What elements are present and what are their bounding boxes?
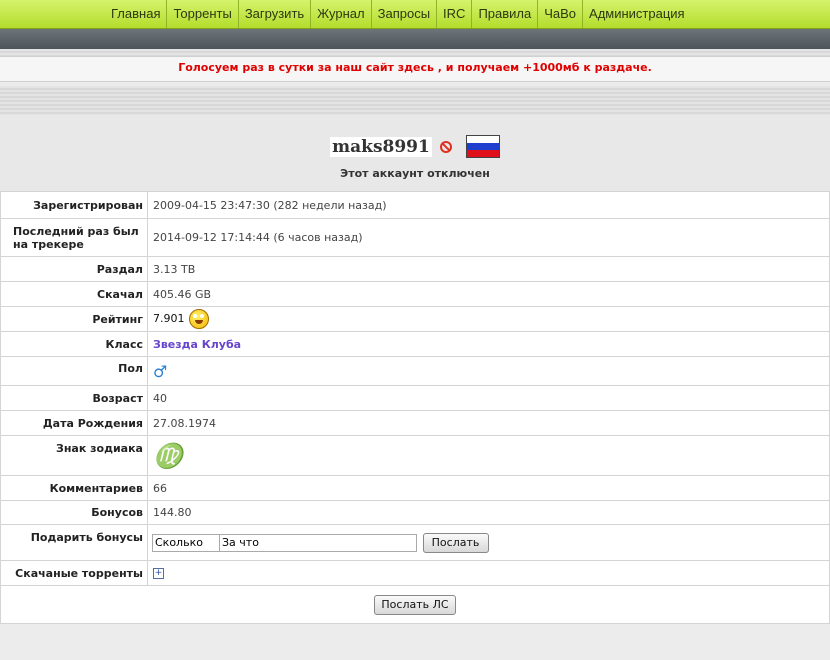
nav-log[interactable]: Журнал (311, 0, 372, 28)
comments-value: 66 (147, 475, 830, 501)
top-navigation: Главная Торренты Загрузить Журнал Запрос… (0, 0, 830, 29)
bonus-reason-input[interactable] (219, 533, 417, 552)
user-profile-panel: maks8991 Этот аккаунт отключен Зарегистр… (0, 115, 830, 624)
ratio-value: 7.901 (153, 312, 185, 325)
send-pm-button[interactable]: Послать ЛС (374, 594, 456, 615)
row-label: Зарегистрирован (0, 191, 148, 219)
uploaded-value: 3.13 TB (147, 256, 830, 282)
header-bar (0, 29, 830, 49)
row-label: Возраст (0, 385, 148, 411)
nav-faq[interactable]: ЧаВо (538, 0, 584, 28)
nav-home[interactable]: Главная (105, 0, 168, 28)
divider (0, 86, 830, 115)
bonus-value: 144.80 (147, 500, 830, 525)
table-row: Послать ЛС (0, 585, 830, 624)
table-row: Класс Звезда Клуба (0, 331, 830, 357)
registered-value: 2009-04-15 23:47:30 (282 недели назад) (147, 191, 830, 219)
row-label: Бонусов (0, 500, 148, 525)
birthday-value: 27.08.1974 (147, 410, 830, 436)
table-row: Зарегистрирован 2009-04-15 23:47:30 (282 … (0, 191, 830, 219)
nav-upload[interactable]: Загрузить (239, 0, 312, 28)
nav-torrents[interactable]: Торренты (167, 0, 239, 28)
account-status: Этот аккаунт отключен (340, 167, 490, 180)
send-bonus-button[interactable]: Послать (422, 532, 489, 553)
table-row: Рейтинг 7.901 (0, 306, 830, 332)
table-row: Последний раз был на трекере 2014-09-12 1… (0, 218, 830, 257)
row-label: Пол (0, 356, 148, 386)
disabled-icon (439, 140, 452, 153)
nav-administration[interactable]: Администрация (583, 0, 691, 28)
row-label: Скачал (0, 281, 148, 307)
vote-notice[interactable]: Голосуем раз в сутки за наш сайт здесь ,… (0, 56, 830, 82)
table-row: Раздал 3.13 TB (0, 256, 830, 282)
profile-header: maks8991 Этот аккаунт отключен (0, 115, 830, 191)
row-label: Подарить бонусы (0, 524, 148, 561)
class-value: Звезда Клуба (153, 337, 242, 351)
age-value: 40 (147, 385, 830, 411)
male-icon: ♂ (153, 361, 168, 381)
nav-requests[interactable]: Запросы (372, 0, 438, 28)
table-row: Знак зодиака ♍ (0, 435, 830, 476)
row-label: Дата Рождения (0, 410, 148, 436)
table-row: Комментариев 66 (0, 475, 830, 501)
row-label: Последний раз был на трекере (0, 218, 148, 257)
row-label: Скачаные торренты (0, 560, 148, 586)
row-label: Рейтинг (0, 306, 148, 332)
downloaded-value: 405.46 GB (147, 281, 830, 307)
nav-irc[interactable]: IRC (437, 0, 473, 28)
last-seen-value: 2014-09-12 17:14:44 (6 часов назад) (147, 218, 830, 257)
table-row: Дата Рождения 27.08.1974 (0, 410, 830, 436)
row-label: Раздал (0, 256, 148, 282)
virgo-icon: ♍ (153, 441, 183, 470)
profile-table: Зарегистрирован 2009-04-15 23:47:30 (282 … (0, 191, 830, 624)
table-row: Скачаные торренты + (0, 560, 830, 586)
divider (0, 49, 830, 56)
table-row: Возраст 40 (0, 385, 830, 411)
bonus-amount-input[interactable] (152, 533, 220, 552)
row-label: Класс (0, 331, 148, 357)
row-label: Знак зодиака (0, 435, 148, 476)
table-row: Подарить бонусы Послать (0, 524, 830, 561)
username: maks8991 (330, 136, 432, 157)
table-row: Бонусов 144.80 (0, 500, 830, 525)
russia-flag-icon (465, 135, 500, 158)
nav-rules[interactable]: Правила (472, 0, 539, 28)
smiley-icon (188, 309, 209, 329)
row-label: Комментариев (0, 475, 148, 501)
expand-icon[interactable]: + (153, 568, 164, 579)
table-row: Пол ♂ (0, 356, 830, 386)
table-row: Скачал 405.46 GB (0, 281, 830, 307)
